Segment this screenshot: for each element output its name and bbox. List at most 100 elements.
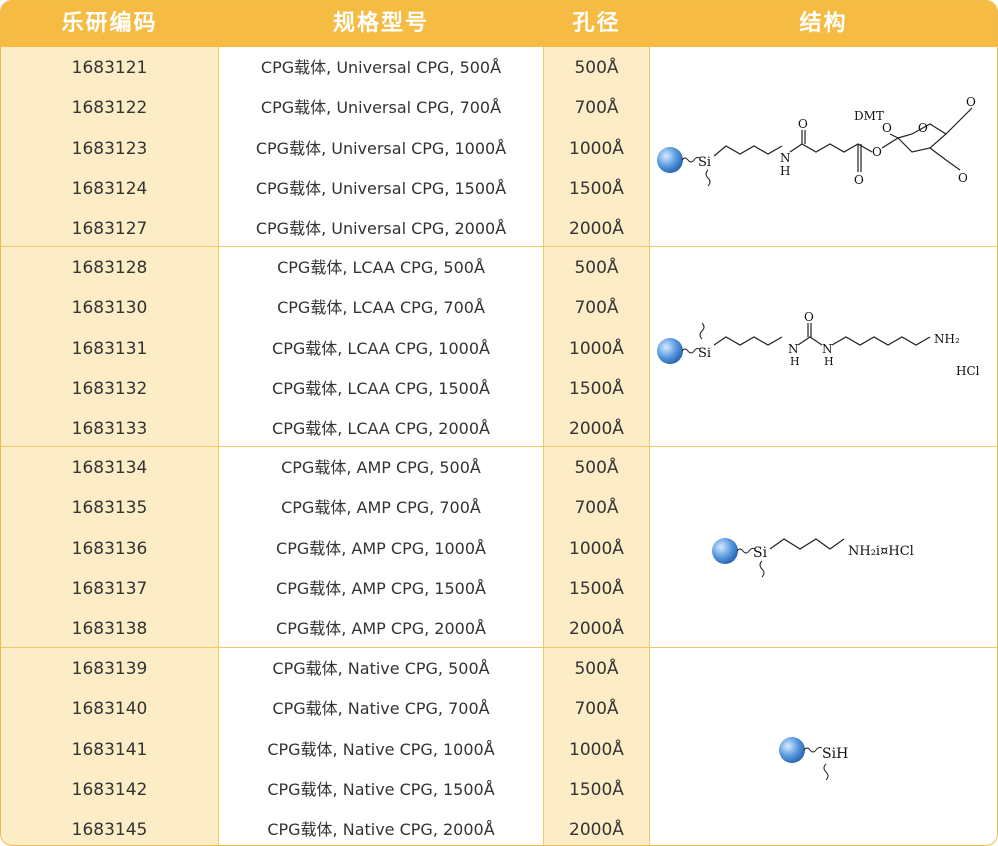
structure-lcaa-diagram: Si N H O N H NH₂ HCl — [657, 310, 980, 378]
product-code: 1683142 — [71, 779, 148, 800]
pore-size: 700Å — [574, 298, 619, 319]
cpg-bead-icon — [712, 538, 738, 564]
product-spec: CPG载体, Universal CPG, 500Å — [260, 58, 502, 77]
product-code: 1683132 — [71, 378, 148, 399]
product-spec: CPG载体, AMP CPG, 1000Å — [276, 538, 486, 558]
nh2-label: NH₂ — [934, 332, 960, 346]
pore-size: 700Å — [574, 98, 619, 119]
product-spec: CPG载体, LCAA CPG, 700Å — [277, 298, 485, 318]
pore-size: 2000Å — [569, 820, 624, 841]
structure-universal: Si N H O O O DMT O O O O — [650, 48, 997, 246]
o-label: O — [872, 145, 882, 159]
o-label: O — [854, 173, 864, 187]
structure-native-diagram: SiH — [779, 737, 848, 781]
o-label: O — [918, 121, 928, 135]
product-spec: CPG载体, Native CPG, 700Å — [272, 699, 490, 719]
product-code: 1683133 — [71, 419, 148, 440]
table-header: 乐研编码 规格型号 孔径 结构 — [1, 1, 997, 47]
structure-universal-diagram: Si N H O O O DMT O O O O — [657, 95, 976, 187]
pore-size: 2000Å — [569, 619, 624, 640]
si-label: Si — [698, 155, 711, 170]
product-code: 1683122 — [71, 98, 148, 119]
cpg-bead-icon — [779, 737, 805, 763]
header-spec: 规格型号 — [332, 11, 429, 36]
product-spec: CPG载体, AMP CPG, 1500Å — [276, 578, 486, 598]
product-spec: CPG载体, LCAA CPG, 1000Å — [272, 338, 490, 358]
pore-size: 500Å — [574, 458, 619, 478]
si-label: Si — [753, 545, 768, 561]
product-code: 1683134 — [71, 458, 148, 478]
product-spec: CPG载体, Native CPG, 1000Å — [267, 739, 495, 759]
n-label: N — [780, 151, 791, 165]
pore-size: 1000Å — [569, 138, 624, 159]
pore-size: 1000Å — [569, 739, 624, 760]
product-spec: CPG载体, AMP CPG, 2000Å — [276, 619, 486, 639]
product-spec: CPG载体, Universal CPG, 1500Å — [255, 178, 507, 198]
product-code: 1683131 — [71, 338, 148, 359]
product-spec: CPG载体, AMP CPG, 500Å — [281, 458, 481, 477]
pore-size: 1000Å — [569, 338, 624, 359]
pore-size: 1500Å — [569, 779, 624, 800]
structure-lcaa: Si N H O N H NH₂ HCl — [650, 247, 997, 446]
structure-amp-diagram: Si NH₂i¤HCl — [712, 538, 914, 578]
product-code: 1683140 — [71, 699, 148, 720]
header-pore: 孔径 — [572, 11, 621, 36]
pore-size: 2000Å — [569, 419, 624, 440]
product-code: 1683123 — [71, 138, 148, 159]
amine-hcl-label: NH₂i¤HCl — [848, 544, 914, 559]
o-label: O — [804, 310, 814, 324]
header-code: 乐研编码 — [61, 11, 158, 36]
pore-size: 700Å — [574, 699, 619, 720]
structure-native: SiH — [650, 648, 997, 845]
sih-label: SiH — [822, 746, 848, 762]
pore-size: 1500Å — [569, 578, 624, 599]
product-spec: CPG载体, LCAA CPG, 500Å — [277, 258, 485, 277]
product-code: 1683145 — [71, 820, 148, 841]
structure-amp: Si NH₂i¤HCl — [650, 447, 997, 647]
h-label: H — [824, 355, 834, 368]
product-code: 1683141 — [71, 739, 148, 760]
product-code: 1683121 — [71, 58, 148, 78]
pore-size: 500Å — [574, 58, 619, 78]
product-code: 1683135 — [71, 498, 148, 519]
product-spec: CPG载体, Native CPG, 1500Å — [267, 779, 495, 799]
pore-size: 1500Å — [569, 178, 624, 199]
h-label: H — [790, 355, 800, 368]
pore-size: 500Å — [574, 258, 619, 278]
product-spec: CPG载体, Universal CPG, 700Å — [260, 98, 502, 118]
n-label: N — [822, 342, 833, 356]
product-code: 1683124 — [71, 178, 148, 199]
pore-size: 500Å — [574, 659, 619, 679]
product-code: 1683136 — [71, 538, 148, 559]
product-code: 1683138 — [71, 619, 148, 640]
dmt-label: DMT — [854, 109, 884, 123]
cpg-bead-icon — [657, 147, 683, 173]
header-structure: 结构 — [799, 11, 848, 36]
product-spec: CPG载体, Universal CPG, 2000Å — [255, 219, 507, 239]
product-code: 1683137 — [71, 578, 148, 599]
product-spec: CPG载体, Universal CPG, 1000Å — [255, 138, 507, 158]
pore-size: 1500Å — [569, 378, 624, 399]
product-spec: CPG载体, Native CPG, 500Å — [272, 659, 490, 678]
product-code: 1683130 — [71, 298, 148, 319]
product-spec: CPG载体, LCAA CPG, 1500Å — [272, 378, 490, 398]
product-code: 1683128 — [71, 258, 148, 278]
o-label: O — [958, 171, 968, 185]
pore-size: 2000Å — [569, 219, 624, 240]
product-code: 1683139 — [71, 659, 148, 679]
product-code: 1683127 — [71, 219, 148, 240]
si-label: Si — [698, 346, 711, 361]
cpg-bead-icon — [657, 338, 683, 364]
product-spec: CPG载体, AMP CPG, 700Å — [281, 498, 481, 518]
hcl-label: HCl — [956, 364, 980, 378]
product-spec: CPG载体, LCAA CPG, 2000Å — [272, 419, 490, 439]
o-label: O — [798, 117, 808, 131]
product-table: 乐研编码 规格型号 孔径 结构 1683121 CPG载体, Universal … — [0, 0, 998, 846]
o-label: O — [882, 121, 892, 135]
h-label: H — [780, 164, 790, 178]
n-label: N — [788, 342, 799, 356]
pore-size: 1000Å — [569, 538, 624, 559]
product-spec: CPG载体, Native CPG, 2000Å — [267, 820, 495, 840]
o-label: O — [966, 95, 976, 109]
pore-size: 700Å — [574, 498, 619, 519]
